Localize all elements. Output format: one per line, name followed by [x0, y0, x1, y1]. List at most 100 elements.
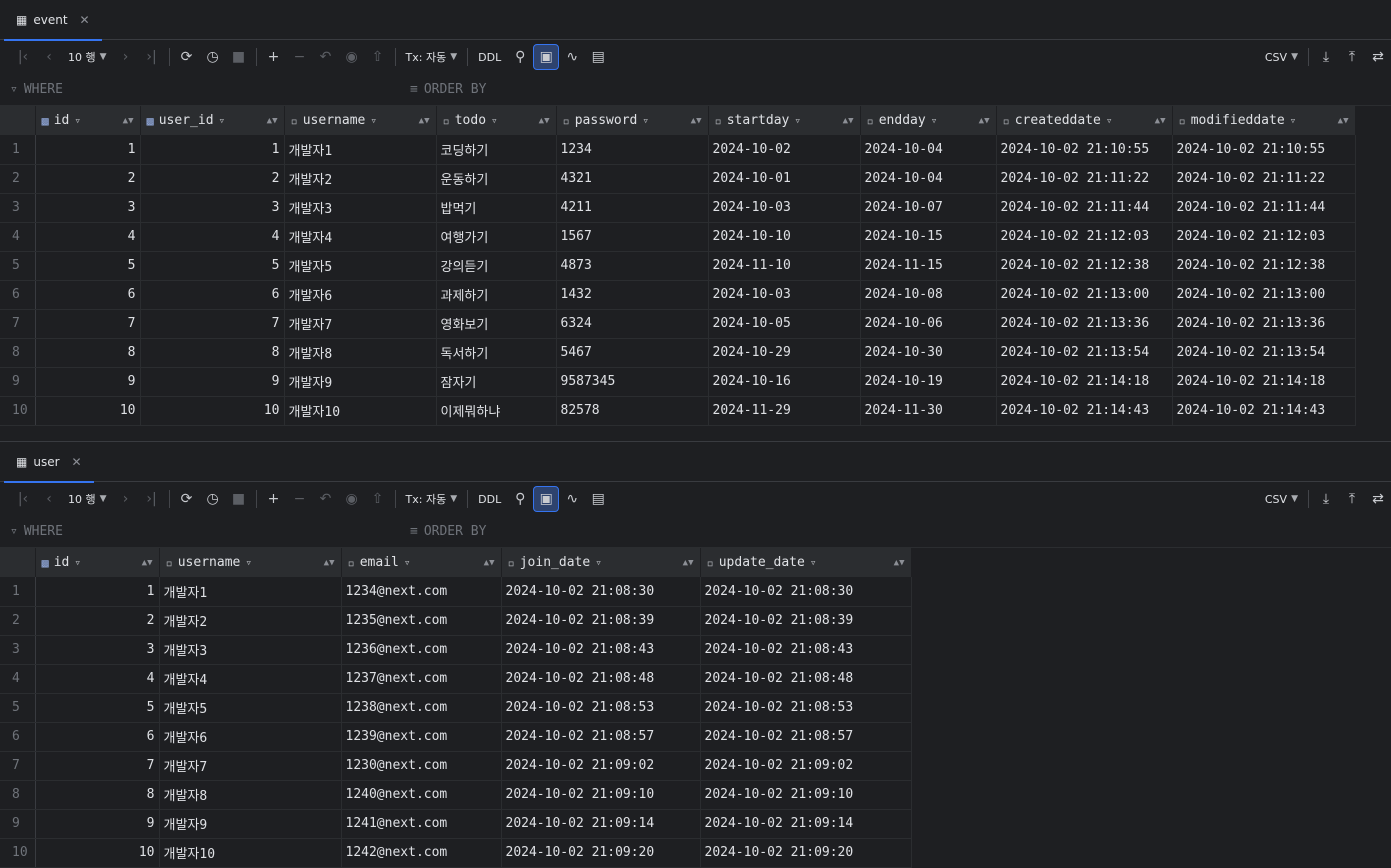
filter-icon[interactable]: ▿ — [794, 114, 801, 127]
sort-icon[interactable]: ▲▼ — [683, 558, 694, 568]
refresh-icon[interactable]: ⟳ — [174, 44, 200, 70]
table-cell[interactable]: 2 — [35, 164, 141, 194]
table-cell[interactable]: 10 — [35, 396, 141, 426]
table-cell[interactable]: 개발자8 — [159, 780, 342, 810]
last-page-icon[interactable]: ›| — [139, 486, 165, 512]
table-cell[interactable]: 2024-10-02 21:13:54 — [1172, 338, 1356, 368]
table-cell[interactable]: 2024-10-02 21:09:10 — [700, 780, 912, 810]
table-cell[interactable]: 82578 — [556, 396, 709, 426]
sort-icon[interactable]: ▲▼ — [1338, 116, 1349, 126]
column-header-startday[interactable]: ▫ startday ▿ ▲▼ — [708, 106, 861, 135]
table-cell[interactable]: 2024-10-02 21:08:39 — [700, 606, 912, 636]
table-row[interactable]: 1 1 1 개발자1 코딩하기 1234 2024-10-02 2024-10-04 2024-… — [0, 135, 1356, 165]
table-cell[interactable]: 밥먹기 — [436, 193, 557, 223]
table-cell[interactable]: 개발자1 — [284, 135, 437, 165]
table-row[interactable]: 4 4 4 개발자4 여행가기 1567 2024-10-10 2024-10-15 2024-… — [0, 222, 1356, 252]
table-cell[interactable]: 2024-10-02 21:10:55 — [996, 135, 1173, 165]
table-cell[interactable]: 2024-10-02 21:12:38 — [1172, 251, 1356, 281]
table-cell[interactable]: 2024-10-02 — [708, 135, 861, 165]
table-cell[interactable]: 2024-10-02 21:08:43 — [700, 635, 912, 665]
table-cell[interactable]: 2024-10-02 21:14:43 — [996, 396, 1173, 426]
table-cell[interactable]: 2024-10-02 21:10:55 — [1172, 135, 1356, 165]
page-size-dropdown[interactable]: 10 행 ▼ — [62, 486, 113, 512]
table-cell[interactable]: 2024-10-02 21:08:39 — [501, 606, 701, 636]
table-cell[interactable]: 1230@next.com — [341, 751, 502, 781]
table-row[interactable]: 5 5 5 개발자5 강의듣기 4873 2024-11-10 2024-11-15 2024-… — [0, 251, 1356, 281]
sort-icon[interactable]: ▲▼ — [843, 116, 854, 126]
table-cell[interactable]: 과제하기 — [436, 280, 557, 310]
table-cell[interactable]: 1235@next.com — [341, 606, 502, 636]
column-header-join_date[interactable]: ▫ join_date ▿ ▲▼ — [501, 548, 701, 577]
table-cell[interactable]: 3 — [35, 635, 160, 665]
table-cell[interactable]: 2024-10-16 — [708, 367, 861, 397]
delete-row-icon[interactable]: − — [287, 44, 313, 70]
table-row[interactable]: 3 3 개발자3 1236@next.com 2024-10-02 21:08:43 20… — [0, 635, 912, 665]
table-cell[interactable]: 2024-10-02 21:09:02 — [501, 751, 701, 781]
table-cell[interactable]: 1236@next.com — [341, 635, 502, 665]
table-row[interactable]: 8 8 개발자8 1240@next.com 2024-10-02 21:09:10 20… — [0, 780, 912, 810]
view-toggle-icon[interactable]: ▣ — [533, 44, 560, 70]
table-cell[interactable]: 개발자9 — [159, 809, 342, 839]
table-cell[interactable]: 2024-10-02 21:11:22 — [1172, 164, 1356, 194]
tx-mode-dropdown[interactable]: Tx: 자동 ▼ — [400, 486, 464, 512]
table-cell[interactable]: 2024-10-02 21:08:43 — [501, 635, 701, 665]
column-header-todo[interactable]: ▫ todo ▿ ▲▼ — [436, 106, 557, 135]
table-cell[interactable]: 2024-10-02 21:08:53 — [501, 693, 701, 723]
table-cell[interactable]: 2024-11-30 — [860, 396, 997, 426]
table-cell[interactable]: 개발자9 — [284, 367, 437, 397]
ddl-button[interactable]: DDL — [472, 44, 507, 70]
prev-page-icon[interactable]: ‹ — [36, 486, 62, 512]
preview-icon[interactable]: ◉ — [339, 486, 365, 512]
table-cell[interactable]: 1 — [35, 135, 141, 165]
table-row[interactable]: 9 9 9 개발자9 잠자기 9587345 2024-10-16 2024-10-19 202… — [0, 367, 1356, 397]
table-cell[interactable]: 10 — [140, 396, 285, 426]
table-cell[interactable]: 8 — [35, 338, 141, 368]
table-row[interactable]: 6 6 6 개발자6 과제하기 1432 2024-10-03 2024-10-08 2024-… — [0, 280, 1356, 310]
table-row[interactable]: 7 7 7 개발자7 영화보기 6324 2024-10-05 2024-10-06 2024-… — [0, 309, 1356, 339]
table-cell[interactable]: 강의듣기 — [436, 251, 557, 281]
table-row[interactable]: 7 7 개발자7 1230@next.com 2024-10-02 21:09:02 20… — [0, 751, 912, 781]
table-cell[interactable]: 1234@next.com — [341, 577, 502, 607]
table-cell[interactable]: 2024-10-02 21:09:14 — [501, 809, 701, 839]
revert-icon[interactable]: ↶ — [313, 486, 339, 512]
table-cell[interactable]: 7 — [140, 309, 285, 339]
column-header-endday[interactable]: ▫ endday ▿ ▲▼ — [860, 106, 997, 135]
table-cell[interactable]: 개발자7 — [284, 309, 437, 339]
column-header-modifieddate[interactable]: ▫ modifieddate ▿ ▲▼ — [1172, 106, 1356, 135]
table-cell[interactable]: 5 — [35, 251, 141, 281]
table-cell[interactable]: 2024-10-02 21:08:48 — [501, 664, 701, 694]
table-cell[interactable]: 코딩하기 — [436, 135, 557, 165]
order-by-filter[interactable]: ≡ ORDER BY — [410, 82, 486, 97]
table-cell[interactable]: 2024-10-02 21:12:03 — [996, 222, 1173, 252]
filter-icon[interactable]: ▿ — [404, 556, 411, 569]
table-cell[interactable]: 독서하기 — [436, 338, 557, 368]
sort-icon[interactable]: ▲▼ — [894, 558, 905, 568]
table-cell[interactable]: 5 — [35, 693, 160, 723]
first-page-icon[interactable]: |‹ — [10, 486, 36, 512]
table-cell[interactable]: 개발자4 — [284, 222, 437, 252]
table-cell[interactable]: 2024-11-10 — [708, 251, 861, 281]
table-row[interactable]: 4 4 개발자4 1237@next.com 2024-10-02 21:08:48 20… — [0, 664, 912, 694]
data-editor-icon[interactable]: ▤ — [585, 486, 611, 512]
table-cell[interactable]: 2024-10-02 21:13:00 — [1172, 280, 1356, 310]
table-cell[interactable]: 4 — [35, 222, 141, 252]
sort-icon[interactable]: ▲▼ — [419, 116, 430, 126]
filter-icon[interactable]: ▿ — [370, 114, 377, 127]
column-header-username[interactable]: ▫ username ▿ ▲▼ — [284, 106, 437, 135]
table-cell[interactable]: 4321 — [556, 164, 709, 194]
filter-icon[interactable]: ▿ — [74, 114, 81, 127]
order-by-filter[interactable]: ≡ ORDER BY — [410, 524, 486, 539]
download-icon[interactable]: ⤓ — [1313, 44, 1339, 70]
user-tab[interactable]: ▦ user ✕ — [4, 442, 94, 483]
submit-icon[interactable]: ⇧ — [365, 44, 391, 70]
table-cell[interactable]: 1432 — [556, 280, 709, 310]
column-header-user_id[interactable]: ▩ user_id ▿ ▲▼ — [140, 106, 285, 135]
history-icon[interactable]: ◷ — [200, 486, 226, 512]
table-cell[interactable]: 9 — [35, 367, 141, 397]
table-cell[interactable]: 2024-11-29 — [708, 396, 861, 426]
table-cell[interactable]: 2024-10-02 21:13:00 — [996, 280, 1173, 310]
table-cell[interactable]: 2024-10-03 — [708, 193, 861, 223]
table-cell[interactable]: 8 — [140, 338, 285, 368]
column-header-username[interactable]: ▫ username ▿ ▲▼ — [159, 548, 342, 577]
table-cell[interactable]: 개발자3 — [284, 193, 437, 223]
